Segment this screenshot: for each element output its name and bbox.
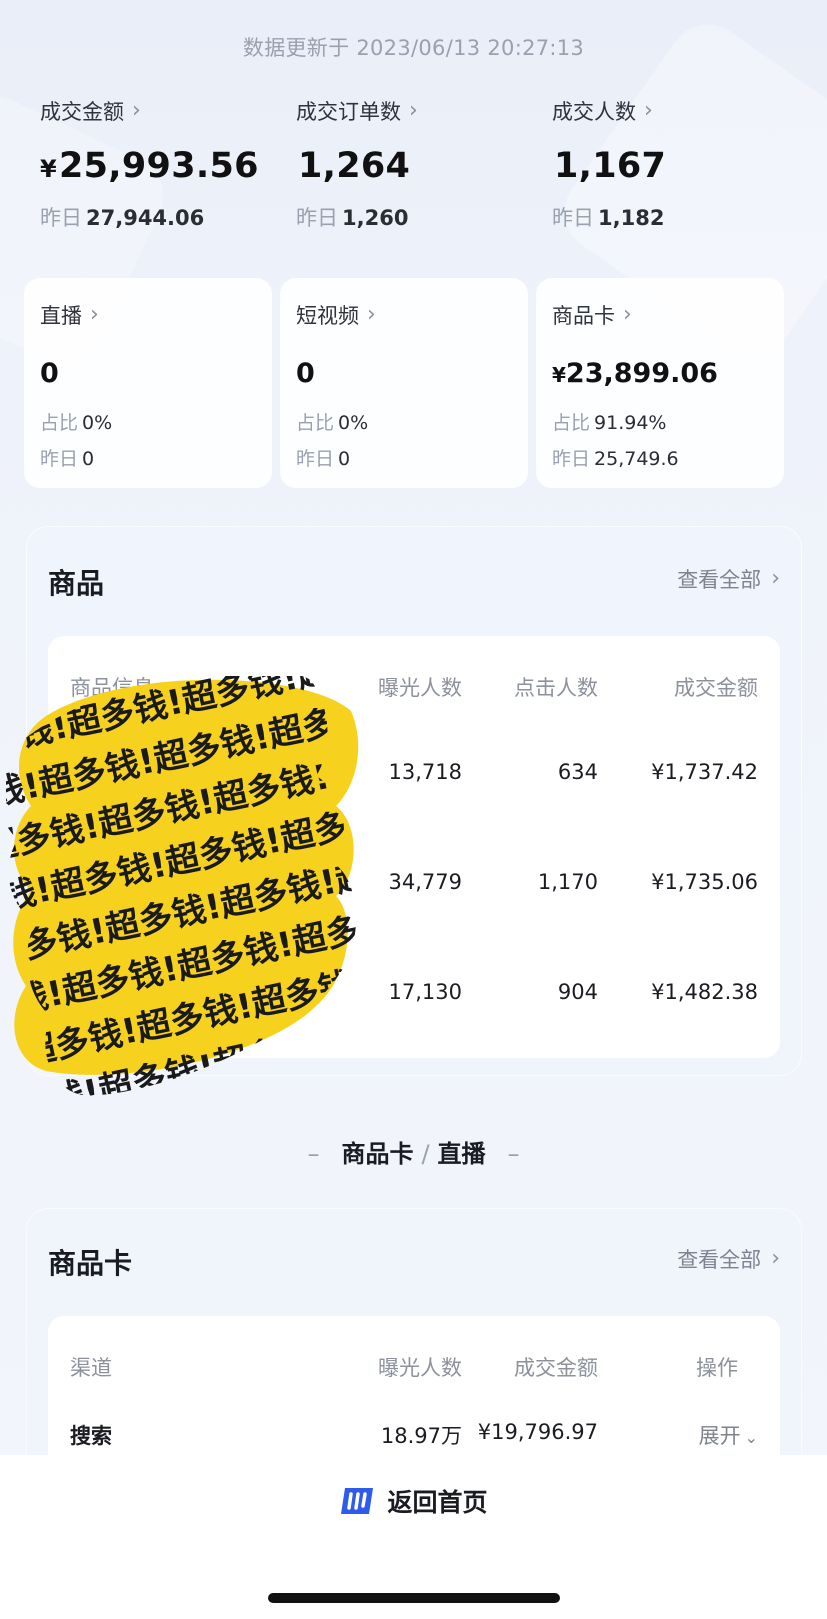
- clicks-cell: 904: [557, 980, 598, 1004]
- bottom-bar: 返回首页: [0, 1455, 827, 1619]
- view-all-products-link[interactable]: 查看全部 ›: [677, 564, 780, 594]
- back-to-home-button[interactable]: 返回首页: [0, 1483, 827, 1519]
- source-value: 0: [296, 358, 315, 389]
- source-share: 占比 91.94%: [552, 412, 667, 434]
- switch-separator: /: [421, 1140, 430, 1168]
- column-header: 成交金额: [674, 676, 758, 700]
- source-yesterday: 昨日 25,749.6: [552, 448, 679, 470]
- chevron-right-icon: ›: [90, 302, 99, 327]
- source-card-short-video[interactable]: 短视频 › 0 占比 0% 昨日 0: [280, 278, 528, 488]
- exposure-cell: 17,130: [388, 980, 462, 1004]
- products-table: 商品信息 曝光人数 点击人数 成交金额 13,718 634 ¥1,737.42…: [48, 636, 780, 1058]
- exposure-cell: 18.97万: [380, 1424, 462, 1448]
- source-switch: – 商品卡 / 直播 –: [0, 1134, 827, 1169]
- section-title: 商品卡: [48, 1247, 133, 1280]
- column-header: 曝光人数: [378, 1356, 462, 1380]
- metric-yesterday: 昨日 1,260: [296, 206, 409, 230]
- source-yesterday: 昨日 0: [40, 448, 95, 470]
- metric-yesterday: 昨日 1,182: [552, 206, 665, 230]
- exposure-cell: 34,779: [388, 870, 462, 894]
- amount-cell: ¥1,737.42: [651, 760, 758, 784]
- clicks-cell: 1,170: [537, 870, 598, 894]
- switch-option-product-card[interactable]: 商品卡: [341, 1140, 413, 1168]
- source-label: 短视频: [296, 304, 359, 328]
- chevron-down-icon: ⌄: [744, 1428, 758, 1447]
- source-value: 0: [40, 358, 59, 389]
- divider-dash: –: [507, 1140, 520, 1168]
- expand-button[interactable]: 展开 ⌄: [699, 1420, 758, 1450]
- app-logo-icon: [341, 1488, 374, 1514]
- metric-value: ¥25,993.56: [40, 146, 259, 186]
- chevron-right-icon: ›: [623, 302, 632, 327]
- amount-cell: ¥19,796.97: [477, 1420, 598, 1444]
- column-header: 点击人数: [514, 676, 598, 700]
- amount-cell: ¥1,482.38: [651, 980, 758, 1004]
- chevron-right-icon: ›: [771, 566, 780, 591]
- metric-orders[interactable]: 成交订单数 › 1,264 昨日 1,260: [296, 96, 546, 232]
- source-share: 占比 0%: [296, 412, 369, 434]
- home-indicator[interactable]: [268, 1593, 560, 1603]
- column-header: 曝光人数: [378, 676, 462, 700]
- view-all-product-card-link[interactable]: 查看全部 ›: [677, 1244, 780, 1274]
- metric-label: 成交订单数: [296, 100, 401, 124]
- metric-gmv[interactable]: 成交金额 › ¥25,993.56 昨日 27,944.06: [40, 96, 290, 232]
- chevron-right-icon: ›: [409, 98, 418, 123]
- metric-value: 1,167: [554, 146, 667, 186]
- switch-option-live[interactable]: 直播: [438, 1140, 486, 1168]
- source-yesterday: 昨日 0: [296, 448, 351, 470]
- metric-buyers[interactable]: 成交人数 › 1,167 昨日 1,182: [552, 96, 802, 232]
- source-value: ¥23,899.06: [552, 358, 718, 389]
- column-header: 成交金额: [514, 1356, 598, 1380]
- source-card-live[interactable]: 直播 › 0 占比 0% 昨日 0: [24, 278, 272, 488]
- source-label: 商品卡: [552, 304, 615, 328]
- chevron-right-icon: ›: [771, 1246, 780, 1271]
- products-section: 商品 查看全部 › 商品信息 曝光人数 点击人数 成交金额 13,718 634 …: [26, 526, 802, 1076]
- chevron-right-icon: ›: [132, 98, 141, 123]
- update-timestamp: 数据更新于 2023/06/13 20:27:13: [242, 36, 585, 60]
- section-title: 商品: [48, 567, 105, 600]
- source-label: 直播: [40, 304, 82, 328]
- metric-label: 成交金额: [40, 100, 124, 124]
- amount-cell: ¥1,735.06: [651, 870, 758, 894]
- column-header: 操作: [696, 1356, 738, 1380]
- exposure-cell: 13,718: [388, 760, 462, 784]
- clicks-cell: 634: [557, 760, 598, 784]
- chevron-right-icon: ›: [644, 98, 653, 123]
- column-header: 渠道: [70, 1356, 112, 1380]
- metric-value: 1,264: [298, 146, 411, 186]
- metric-label: 成交人数: [552, 100, 636, 124]
- metric-yesterday: 昨日 27,944.06: [40, 206, 205, 230]
- source-card-product-card[interactable]: 商品卡 › ¥23,899.06 占比 91.94% 昨日 25,749.6: [536, 278, 784, 488]
- channel-cell: 搜索: [70, 1424, 112, 1448]
- source-share: 占比 0%: [40, 412, 113, 434]
- home-label: 返回首页: [387, 1488, 488, 1517]
- chevron-right-icon: ›: [367, 302, 376, 327]
- column-header: 商品信息: [70, 676, 154, 700]
- divider-dash: –: [307, 1140, 320, 1168]
